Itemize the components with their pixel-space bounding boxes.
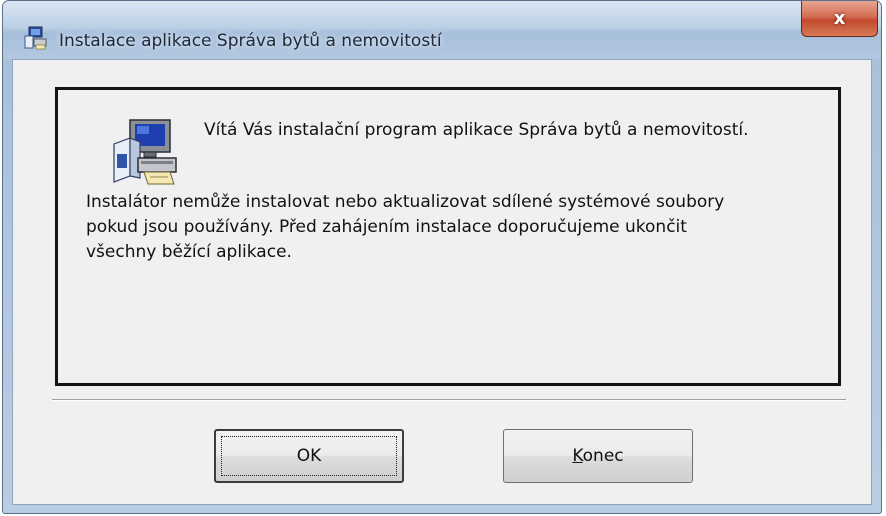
ok-button[interactable]: OK (214, 429, 404, 483)
dialog-client-area: Vítá Vás instalační program aplikace Spr… (12, 59, 872, 505)
info-line: všechny běžící aplikace. (86, 242, 292, 262)
message-panel: Vítá Vás instalační program aplikace Spr… (55, 87, 841, 386)
close-button[interactable]: x (801, 1, 878, 37)
info-line: Instalátor nemůže instalovat nebo aktual… (86, 192, 725, 212)
installer-window: Instalace aplikace Správa bytů a nemovit… (2, 0, 882, 514)
window-title: Instalace aplikace Správa bytů a nemovit… (59, 31, 442, 51)
separator-line (52, 399, 846, 401)
konec-button-label: Konec (572, 446, 624, 466)
welcome-message: Vítá Vás instalační program aplikace Spr… (204, 120, 749, 140)
focus-indicator (221, 436, 397, 476)
info-line: pokud jsou používány. Před zahájením ins… (86, 217, 687, 237)
title-bar[interactable]: Instalace aplikace Správa bytů a nemovit… (3, 1, 881, 59)
konec-button[interactable]: Konec (503, 429, 693, 483)
close-icon: x (833, 7, 846, 29)
installer-app-icon (24, 26, 47, 50)
info-message: Instalátor nemůže instalovat nebo aktual… (86, 190, 826, 265)
computer-setup-icon (113, 119, 177, 185)
